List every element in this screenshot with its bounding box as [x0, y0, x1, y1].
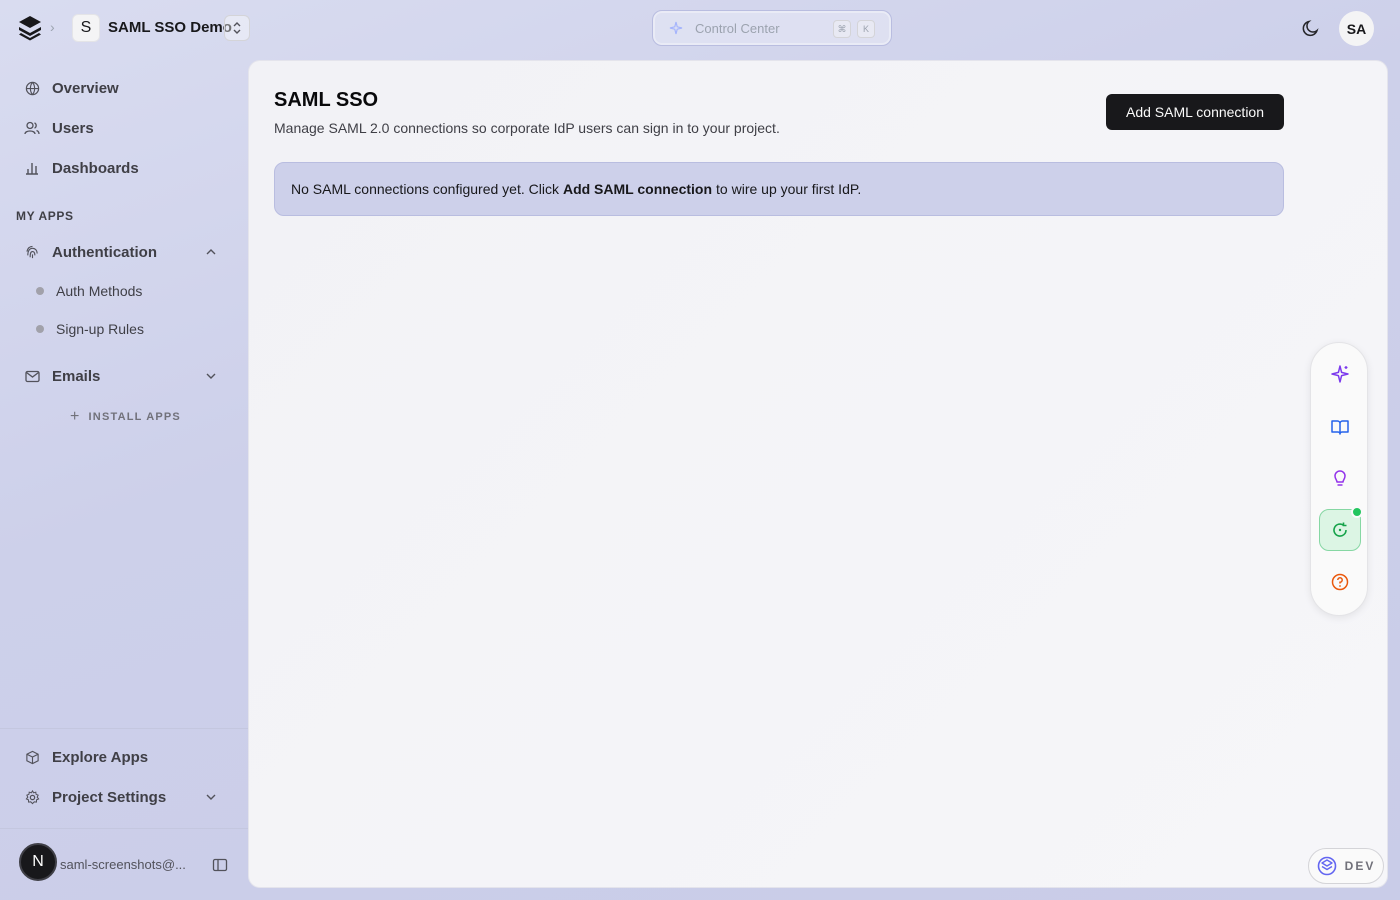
gear-icon: [24, 789, 40, 805]
help-button[interactable]: [1319, 561, 1361, 603]
kbd-mod-key: ⌘: [833, 20, 851, 38]
sidebar-divider: [0, 728, 248, 729]
page-subtitle: Manage SAML 2.0 connections so corporate…: [274, 120, 780, 136]
project-initial: S: [80, 19, 92, 36]
fingerprint-icon: [24, 244, 40, 260]
sidebar-subitem-label: Sign-up Rules: [56, 321, 144, 337]
ai-assistant-button[interactable]: [1319, 353, 1361, 395]
project-switcher-button[interactable]: [224, 15, 250, 41]
right-toolbar: [1310, 342, 1368, 616]
sidebar-item-label: Project Settings: [52, 788, 167, 806]
users-icon: [24, 120, 40, 136]
plus-icon: +: [70, 408, 81, 425]
user-avatar[interactable]: SA: [1339, 11, 1374, 46]
sparkle-icon: [1331, 365, 1349, 383]
control-center-search[interactable]: Control Center ⌘ K: [652, 10, 892, 46]
moon-icon[interactable]: [1300, 17, 1322, 39]
sidebar-item-label: Dashboards: [52, 159, 139, 177]
sidebar-item-emails[interactable]: Emails: [16, 358, 232, 394]
dev-badge-label: DEV: [1344, 859, 1376, 873]
sidebar-collapse-icon[interactable]: [212, 857, 228, 873]
install-apps-label: INSTALL APPS: [88, 411, 181, 423]
chevron-up-icon[interactable]: [204, 245, 218, 259]
account-avatar[interactable]: N: [19, 843, 57, 881]
notice-text-bold: Add SAML connection: [562, 181, 713, 197]
stack-logo-icon: [1317, 856, 1336, 876]
control-center-placeholder: Control Center: [695, 21, 780, 36]
bar-chart-icon: [24, 160, 40, 176]
sidebar-item-users[interactable]: Users: [16, 110, 232, 146]
bullet-dot: [36, 325, 44, 333]
project-name[interactable]: SAML SSO Demo: [108, 19, 232, 36]
mail-icon: [24, 368, 40, 384]
lightbulb-icon: [1334, 470, 1346, 486]
refresh-icon: [1333, 522, 1347, 537]
breadcrumb-chevron-icon: ›: [50, 19, 55, 35]
sidebar-item-label: Emails: [52, 367, 101, 385]
sidebar-item-label: Explore Apps: [52, 748, 149, 766]
logo-icon[interactable]: [18, 15, 42, 41]
notification-dot: [1351, 506, 1363, 518]
sidebar-subitem-sign-up-rules[interactable]: Sign-up Rules: [36, 314, 144, 344]
user-initials: SA: [1346, 20, 1367, 37]
install-apps-button[interactable]: + INSTALL APPS: [70, 408, 181, 426]
sidebar-item-explore-apps[interactable]: Explore Apps: [16, 739, 232, 775]
sparkle-icon: [669, 21, 683, 35]
sidebar-item-label: Overview: [52, 79, 119, 97]
chevrons-up-down-icon: [233, 22, 241, 34]
sidebar-subitem-label: Auth Methods: [56, 283, 143, 299]
sidebar-item-dashboards[interactable]: Dashboards: [16, 150, 232, 186]
help-icon: [1331, 573, 1349, 591]
notice-text-before: No SAML connections configured yet. Clic…: [291, 181, 559, 197]
top-bar: › S SAML SSO Demo Control Center ⌘ K SA: [0, 0, 1400, 56]
section-label-my-apps: MY APPS: [16, 209, 74, 223]
sidebar-subitem-auth-methods[interactable]: Auth Methods: [36, 276, 142, 306]
bullet-dot: [36, 287, 44, 295]
sidebar-divider: [0, 828, 248, 829]
box-icon: [24, 749, 40, 765]
sidebar-item-authentication[interactable]: Authentication: [16, 234, 232, 270]
chevron-down-icon[interactable]: [204, 369, 218, 383]
add-saml-connection-button[interactable]: Add SAML connection: [1106, 94, 1284, 130]
tips-button[interactable]: [1319, 457, 1361, 499]
page-title: SAML SSO: [274, 89, 379, 111]
account-email[interactable]: saml-screenshots@...: [60, 857, 186, 872]
empty-state-notice: No SAML connections configured yet. Clic…: [274, 162, 1284, 216]
sidebar-item-overview[interactable]: Overview: [16, 70, 232, 106]
sidebar-item-project-settings[interactable]: Project Settings: [16, 779, 232, 815]
kbd-k-key: K: [857, 20, 875, 38]
chevron-down-icon[interactable]: [204, 790, 218, 804]
project-avatar: S: [72, 14, 100, 42]
sidebar-item-label: Authentication: [52, 243, 157, 261]
book-open-icon: [1331, 420, 1349, 435]
notice-text-after: to wire up your first IdP.: [716, 181, 862, 197]
docs-button[interactable]: [1319, 406, 1361, 448]
globe-icon: [24, 80, 40, 96]
main-panel: SAML SSO Manage SAML 2.0 connections so …: [248, 60, 1388, 888]
dev-environment-badge[interactable]: DEV: [1308, 848, 1384, 884]
sidebar-item-label: Users: [52, 119, 94, 137]
account-initial: N: [32, 853, 44, 870]
